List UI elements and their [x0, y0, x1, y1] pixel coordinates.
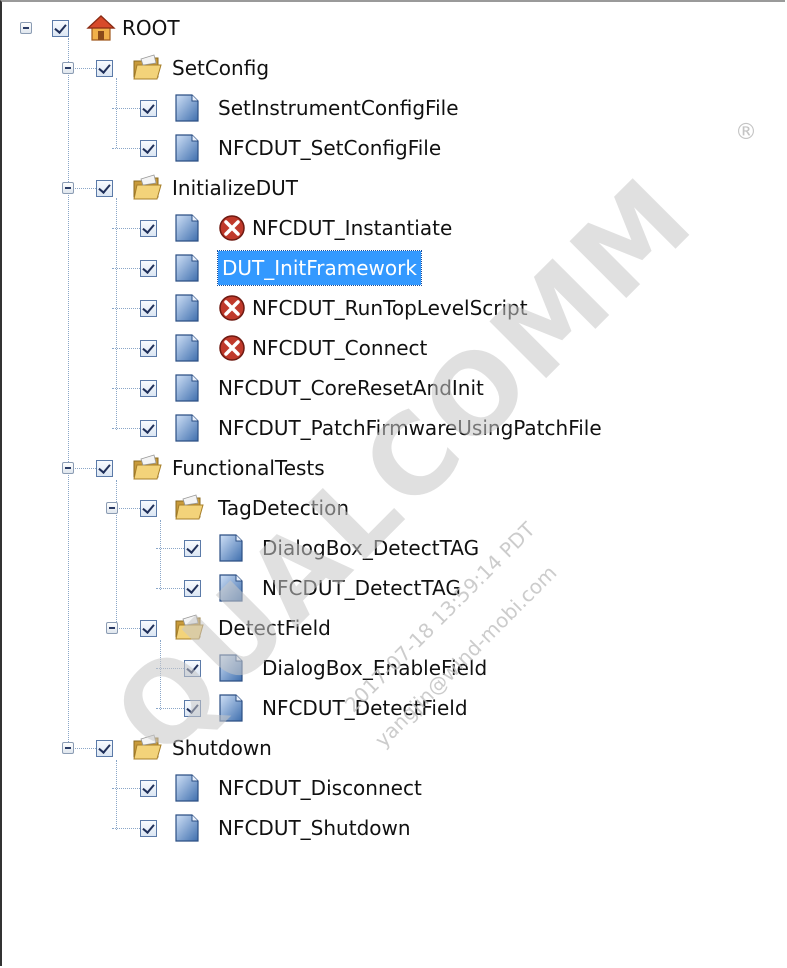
collapse-toggle-icon[interactable] [62, 62, 74, 74]
tree-node[interactable]: NFCDUT_RunTopLevelScript [0, 288, 787, 328]
tree-connector-line [156, 588, 184, 589]
tree-connector-line [112, 228, 140, 229]
collapse-toggle-icon[interactable] [62, 182, 74, 194]
tree-connector-line [112, 268, 140, 269]
tree-connector-line [112, 348, 140, 349]
node-checkbox[interactable] [140, 140, 157, 157]
node-checkbox[interactable] [140, 220, 157, 237]
tree-node-label[interactable]: NFCDUT_Connect [252, 331, 427, 365]
node-checkbox[interactable] [140, 780, 157, 797]
node-checkbox[interactable] [52, 20, 69, 37]
folder-open-icon [132, 453, 162, 483]
tree-node-label[interactable]: NFCDUT_Disconnect [218, 771, 422, 805]
folder-open-icon [174, 493, 204, 523]
document-icon [174, 333, 204, 363]
node-checkbox[interactable] [96, 180, 113, 197]
collapse-toggle-icon[interactable] [20, 22, 32, 34]
tree-node[interactable]: NFCDUT_Connect [0, 328, 787, 368]
collapse-toggle-icon[interactable] [106, 502, 118, 514]
document-icon [174, 133, 204, 163]
collapse-toggle-icon[interactable] [62, 462, 74, 474]
document-icon [174, 293, 204, 323]
tree-node-label[interactable]: NFCDUT_Shutdown [218, 811, 411, 845]
tree-node[interactable]: ROOT [0, 8, 787, 48]
document-icon [174, 213, 204, 243]
tree-node-label[interactable]: ROOT [122, 11, 180, 45]
tree-connector-line [112, 788, 140, 789]
node-checkbox[interactable] [140, 500, 157, 517]
folder-open-icon [132, 173, 162, 203]
tree-node[interactable]: NFCDUT_SetConfigFile [0, 128, 787, 168]
tree-node-label[interactable]: InitializeDUT [172, 171, 298, 205]
watermark-registered: ® [735, 120, 757, 145]
error-icon [218, 334, 246, 362]
tree-node[interactable]: NFCDUT_DetectTAG [0, 568, 787, 608]
document-icon [174, 413, 204, 443]
node-checkbox[interactable] [140, 420, 157, 437]
node-checkbox[interactable] [96, 60, 113, 77]
node-checkbox[interactable] [140, 820, 157, 837]
tree-node-label[interactable]: SetConfig [172, 51, 269, 85]
tree-connector-line [156, 548, 184, 549]
error-icon [218, 214, 246, 242]
node-checkbox[interactable] [140, 260, 157, 277]
document-icon [174, 813, 204, 843]
folder-open-icon [132, 53, 162, 83]
tree-node-label[interactable]: NFCDUT_Instantiate [252, 211, 452, 245]
document-icon [174, 93, 204, 123]
node-checkbox[interactable] [140, 380, 157, 397]
tree-node[interactable]: NFCDUT_Shutdown [0, 808, 787, 848]
tree-connector-line [112, 428, 140, 429]
tree-node-label-selected[interactable]: DUT_InitFramework [217, 250, 422, 286]
tree-node-label[interactable]: SetInstrumentConfigFile [218, 91, 459, 125]
document-icon [174, 253, 204, 283]
node-checkbox[interactable] [184, 540, 201, 557]
node-checkbox[interactable] [96, 460, 113, 477]
node-checkbox[interactable] [140, 300, 157, 317]
home-icon [86, 13, 116, 43]
tree-connector-line [112, 148, 140, 149]
tree-node[interactable]: SetConfig [0, 48, 787, 88]
tree-connector-line [112, 108, 140, 109]
error-icon [218, 294, 246, 322]
tree-node[interactable]: NFCDUT_Disconnect [0, 768, 787, 808]
collapse-toggle-icon[interactable] [106, 622, 118, 634]
tree-node[interactable]: DetectField [0, 608, 787, 648]
collapse-toggle-icon[interactable] [62, 742, 74, 754]
tree-node[interactable]: SetInstrumentConfigFile [0, 88, 787, 128]
tree-node-label[interactable]: NFCDUT_SetConfigFile [218, 131, 441, 165]
node-checkbox[interactable] [140, 100, 157, 117]
tree-connector-line [112, 308, 140, 309]
tree-connector-line [112, 388, 140, 389]
node-checkbox[interactable] [96, 740, 113, 757]
tree-connector-line [112, 828, 140, 829]
node-checkbox[interactable] [140, 340, 157, 357]
document-icon [174, 373, 204, 403]
